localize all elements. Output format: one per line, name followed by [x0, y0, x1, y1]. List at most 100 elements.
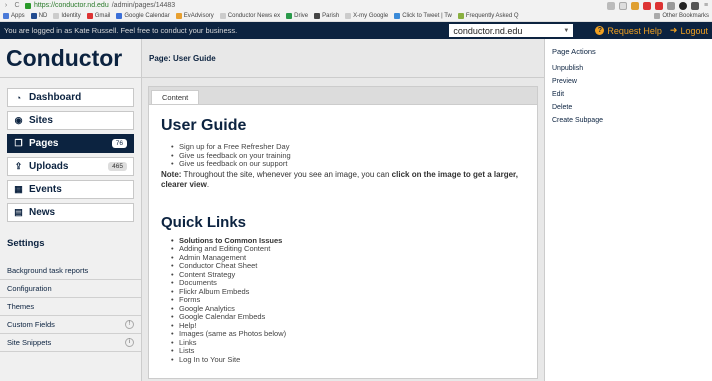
quick-links-heading: Quick Links: [161, 213, 247, 231]
admin-topbar: You are logged in as Kate Russell. Feel …: [0, 22, 712, 39]
bookmark-icon: [457, 13, 464, 19]
menu-icon[interactable]: ≡: [703, 2, 709, 9]
login-message: You are logged in as Kate Russell. Feel …: [4, 26, 238, 35]
bookmark-icon: [86, 13, 93, 19]
main-panel: Page: User Guide Content User Guide Sign…: [142, 39, 545, 381]
content-tabs: Content: [148, 86, 538, 104]
extension-icon[interactable]: [631, 1, 639, 10]
bookmark-icon: [394, 13, 401, 19]
bookmark[interactable]: Conductor News ex: [219, 13, 280, 19]
sidebar-item-uploads[interactable]: ⇪ Uploads 465: [7, 157, 134, 176]
site-select[interactable]: conductor.nd.edu ▼: [449, 24, 574, 37]
pages-icon: ❐: [14, 138, 23, 148]
info-icon: i: [125, 338, 134, 347]
bookmark-icon: [345, 13, 352, 19]
list-item[interactable]: Images (same as Photos below): [171, 329, 525, 339]
url-host: https://conductor.nd.edu: [34, 2, 109, 9]
news-icon: ▤: [14, 207, 23, 217]
page-title: Page: User Guide: [142, 39, 544, 78]
create-subpage-link[interactable]: Create Subpage: [552, 117, 712, 124]
bookmark[interactable]: X-my Google: [345, 13, 388, 19]
list-item[interactable]: Give us feedback on our support: [171, 159, 525, 169]
dashboard-icon: ◔: [15, 92, 22, 103]
browser-toolbar: › C https://conductor.nd.edu/admin/pages…: [0, 0, 712, 11]
logout-link[interactable]: ➜ Logout: [670, 25, 708, 36]
settings-heading: Settings: [7, 238, 45, 249]
bookmark[interactable]: EvAdvisory: [175, 13, 214, 19]
count-badge: 465: [108, 162, 127, 171]
delete-link[interactable]: Delete: [552, 104, 712, 111]
count-badge: 76: [111, 139, 127, 148]
settings-list: Background task reports Configuration Th…: [0, 262, 141, 352]
settings-item-themes[interactable]: Themes: [0, 298, 141, 316]
bookmark[interactable]: Frequently Asked Q: [457, 13, 519, 19]
page-actions-panel: Page Actions Unpublish Preview Edit Dele…: [545, 39, 712, 381]
bookmark[interactable]: Parish: [314, 13, 339, 19]
list-item[interactable]: Links: [171, 338, 525, 348]
mail-extension-icon[interactable]: [643, 1, 651, 10]
profile-icon[interactable]: [679, 1, 687, 10]
cast-icon[interactable]: [667, 1, 675, 10]
bookmark-icon: [116, 13, 123, 19]
help-icon: ?: [595, 26, 605, 35]
bookmark-icon: [219, 13, 226, 19]
list-item[interactable]: Google Calendar Embeds: [171, 312, 525, 322]
sidebar-item-label: Dashboard: [29, 92, 82, 103]
sidebar-item-events[interactable]: ▦ Events: [7, 180, 134, 199]
star-icon[interactable]: [619, 1, 627, 10]
sidebar-item-pages[interactable]: ❐ Pages 76: [7, 134, 134, 153]
bookmark[interactable]: Gmail: [86, 13, 110, 19]
bookmark[interactable]: Drive: [286, 13, 308, 19]
list-item[interactable]: Flickr Album Embeds: [171, 287, 525, 297]
folder-icon: [654, 13, 661, 19]
sidebar-item-dashboard[interactable]: ◔ Dashboard: [7, 88, 134, 107]
bookmark[interactable]: Identity: [53, 13, 81, 19]
sidebar-item-news[interactable]: ▤ News: [7, 203, 134, 222]
bookmark[interactable]: Google Calendar: [116, 13, 170, 19]
settings-item-site-snippets[interactable]: Site Snippets i: [0, 334, 141, 352]
zoom-icon[interactable]: [607, 1, 615, 10]
tab-content[interactable]: Content: [151, 90, 200, 104]
settings-icon[interactable]: [691, 1, 699, 10]
info-icon: !: [125, 320, 134, 329]
bookmark-icon: [175, 13, 182, 19]
other-bookmarks[interactable]: Other Bookmarks: [654, 13, 709, 19]
content-heading: User Guide: [161, 117, 247, 134]
sidebar-item-label: Pages: [29, 138, 59, 149]
conductor-logo[interactable]: Conductor: [0, 39, 141, 78]
request-help-link[interactable]: ? Request Help: [595, 26, 662, 36]
page-actions-heading: Page Actions: [552, 47, 596, 56]
note-paragraph: Note: Throughout the site, whenever you …: [161, 169, 518, 189]
sidebar: Conductor ◔ Dashboard ◉ Sites ❐ Pages 76…: [0, 39, 142, 381]
sidebar-item-label: Sites: [29, 115, 53, 126]
bookmark-icon: [30, 13, 37, 19]
calendar-icon: ▦: [14, 184, 23, 194]
bookmark[interactable]: Apps: [3, 13, 25, 19]
settings-item-configuration[interactable]: Configuration: [0, 280, 141, 298]
settings-item-background-tasks[interactable]: Background task reports: [0, 262, 141, 280]
bookmark-icon: [314, 13, 321, 19]
back-icon[interactable]: ›: [3, 2, 9, 9]
sidebar-nav: ◔ Dashboard ◉ Sites ❐ Pages 76 ⇪ Uploads…: [0, 78, 141, 222]
notification-icon[interactable]: [655, 1, 663, 10]
app-layout: Conductor ◔ Dashboard ◉ Sites ❐ Pages 76…: [0, 39, 712, 381]
bookmark-icon: [3, 13, 9, 19]
address-bar[interactable]: https://conductor.nd.edu/admin/pages/144…: [25, 2, 602, 9]
list-item[interactable]: Log In to Your Site: [171, 355, 525, 365]
content-wrapper: Content User Guide Sign up for a Free Re…: [142, 78, 544, 379]
logout-icon: ➜: [669, 25, 678, 35]
reload-icon[interactable]: C: [14, 2, 20, 9]
lock-icon: [25, 2, 31, 9]
unpublish-link[interactable]: Unpublish: [552, 65, 712, 72]
edit-link[interactable]: Edit: [552, 91, 712, 98]
globe-icon: ◉: [14, 115, 23, 125]
preview-link[interactable]: Preview: [552, 78, 712, 85]
sidebar-item-sites[interactable]: ◉ Sites: [7, 111, 134, 130]
list-item[interactable]: Content Strategy: [171, 270, 525, 280]
bookmark-icon: [53, 13, 60, 19]
bookmark[interactable]: ND: [30, 13, 47, 19]
bookmark[interactable]: Click to Tweet | Tw: [394, 13, 452, 19]
settings-item-custom-fields[interactable]: Custom Fields!: [0, 316, 141, 334]
chevron-down-icon: ▼: [563, 27, 570, 34]
browser-extensions: ≡: [607, 1, 709, 10]
